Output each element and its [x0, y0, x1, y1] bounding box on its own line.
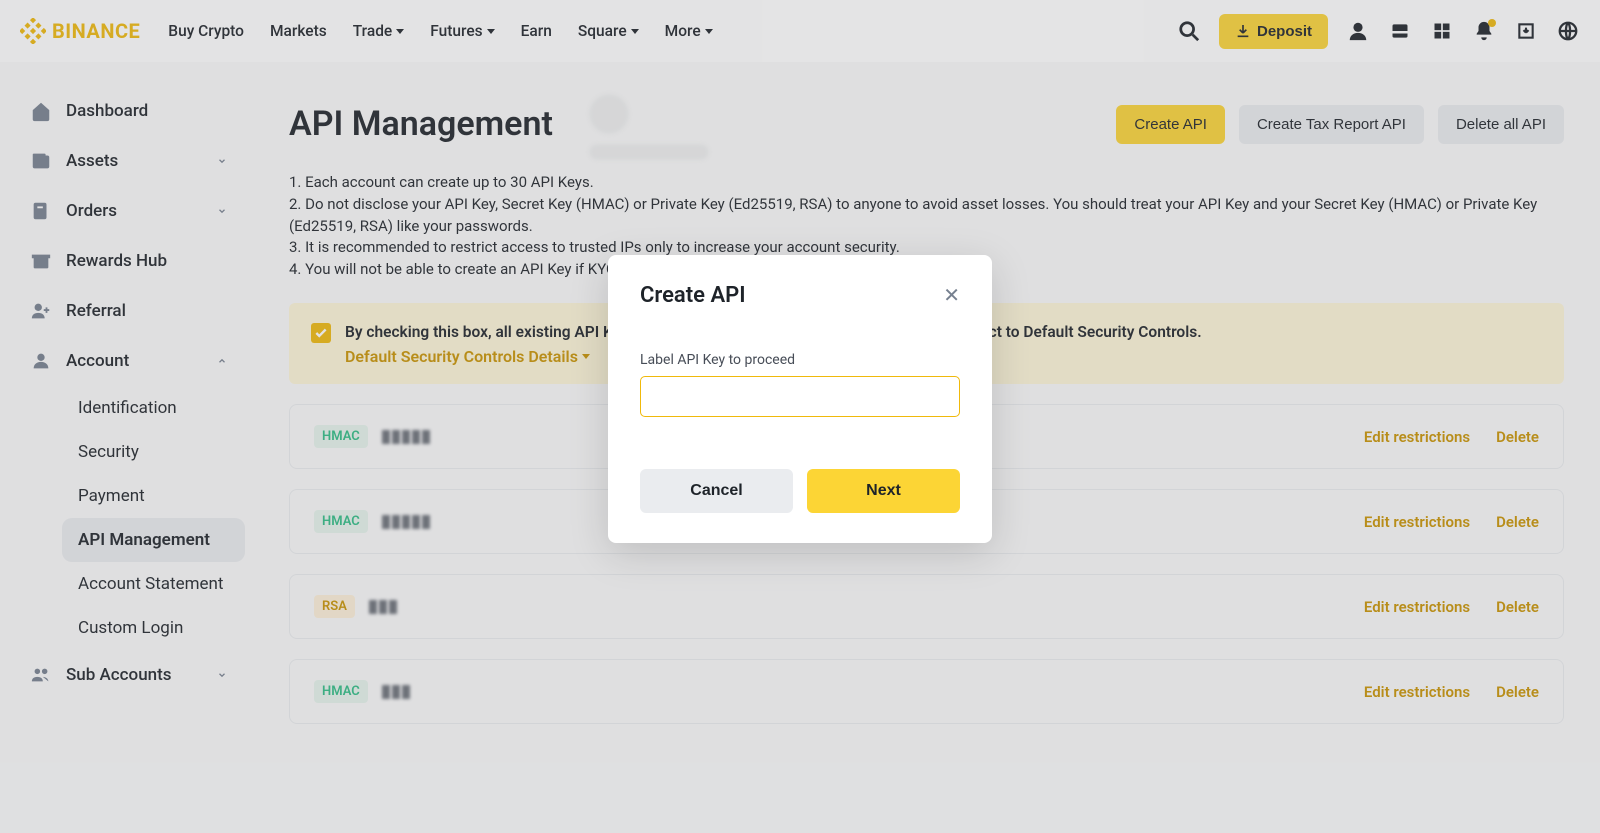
modal-title: Create API — [640, 283, 746, 308]
modal-overlay[interactable]: Create API ✕ Label API Key to proceed Ca… — [0, 0, 1600, 833]
modal-input-label: Label API Key to proceed — [640, 352, 960, 368]
next-button[interactable]: Next — [807, 469, 960, 513]
close-icon[interactable]: ✕ — [943, 283, 960, 307]
cancel-button[interactable]: Cancel — [640, 469, 793, 513]
api-label-input[interactable] — [640, 376, 960, 417]
create-api-modal: Create API ✕ Label API Key to proceed Ca… — [608, 255, 992, 543]
